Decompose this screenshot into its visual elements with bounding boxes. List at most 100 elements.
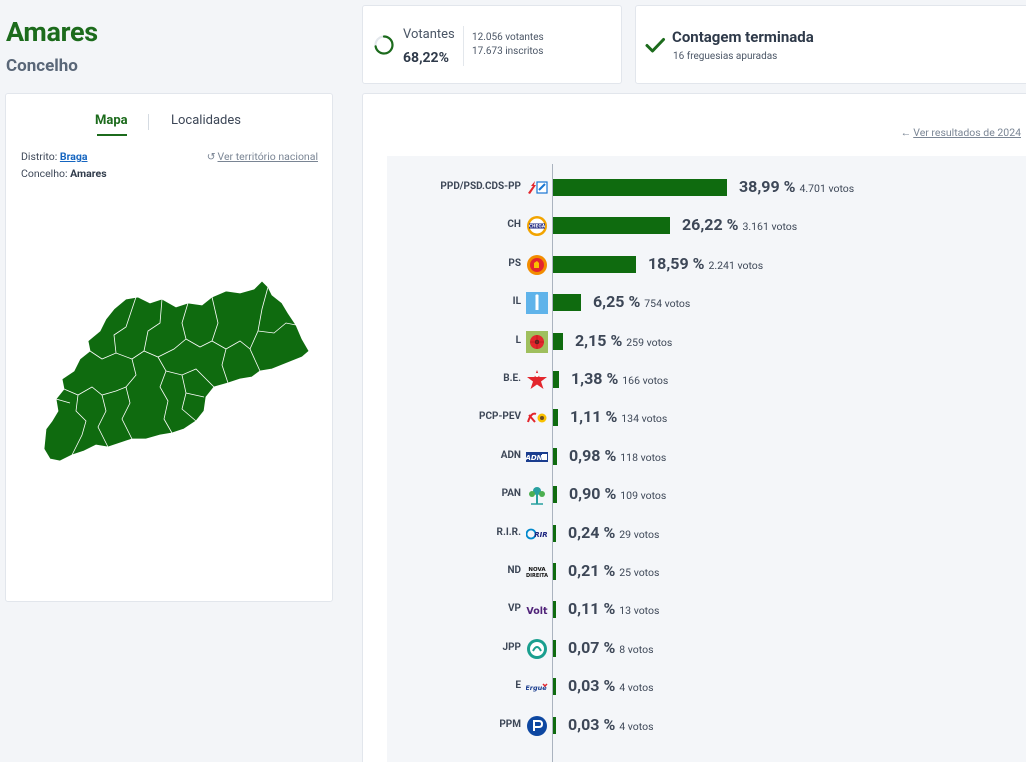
votes-count: 259 votos — [626, 335, 673, 349]
svg-text:DIREITA: DIREITA — [526, 573, 548, 579]
concelho-map[interactable] — [36, 279, 311, 464]
result-bar — [553, 563, 556, 580]
tab-mapa[interactable]: Mapa — [95, 113, 128, 128]
tab-divider — [148, 114, 149, 130]
percent-value: 1,11 % — [570, 407, 618, 427]
jpp-logo — [526, 638, 548, 660]
concelho-map-shape[interactable] — [43, 280, 310, 462]
party-name: L — [515, 334, 521, 346]
percent-value: 0,21 % — [568, 561, 616, 580]
undo-icon: ↺ — [206, 150, 216, 163]
result-row[interactable]: PAN 0,90 % 109 votos — [363, 483, 1026, 507]
result-percent: 1,38 % 166 votos — [571, 369, 668, 388]
result-row[interactable]: VP Volt 0,11 % 13 votos — [363, 598, 1026, 622]
result-percent: 0,98 % 118 votos — [569, 446, 666, 465]
party-name: ADN — [500, 449, 521, 461]
ver-territorio-nacional-label: Ver território nacional — [217, 150, 319, 163]
result-percent: 0,11 % 13 votos — [568, 599, 659, 618]
votes-count: 754 votos — [644, 297, 691, 311]
be-logo — [526, 369, 548, 391]
map-panel: Mapa Localidades Distrito: Braga Concelh… — [5, 93, 333, 602]
party-name: CH — [507, 219, 521, 231]
result-bar — [553, 294, 581, 312]
result-percent: 0,24 % 29 votos — [568, 523, 659, 542]
svg-text:Volt: Volt — [526, 606, 548, 617]
psd-cds-logo — [526, 177, 548, 199]
page-title: Amares — [6, 16, 98, 48]
party-name: JPP — [502, 641, 521, 653]
contagem-subtitle: 16 freguesias apuradas — [673, 51, 778, 62]
result-row[interactable]: B.E. 1,38 % 166 votos — [363, 368, 1026, 392]
result-bar — [553, 371, 559, 388]
result-row[interactable]: PS 18,59 % 2.241 votos — [363, 253, 1026, 277]
result-bar — [553, 601, 556, 619]
ps-logo — [526, 254, 548, 276]
result-percent: 26,22 % 3.161 votos — [682, 215, 797, 234]
result-bar — [553, 678, 556, 696]
votes-count: 2.241 votos — [708, 258, 764, 272]
result-percent: 38,99 % 4.701 votos — [739, 177, 854, 196]
il-logo — [526, 292, 548, 315]
votes-count: 29 votos — [619, 527, 660, 541]
result-row[interactable]: L 2,15 % 259 votos — [363, 330, 1026, 354]
percent-value: 2,15 % — [575, 330, 623, 350]
result-percent: 0,90 % 109 votos — [569, 484, 666, 503]
ver-territorio-nacional-link[interactable]: ↺ Ver território nacional — [207, 150, 318, 163]
percent-value: 0,90 % — [569, 484, 617, 504]
result-row[interactable]: R.I.R. RIR 0,24 % 29 votos — [363, 522, 1026, 546]
result-percent: 0,21 % 25 votos — [568, 561, 659, 580]
percent-value: 0,03 % — [568, 676, 616, 696]
adn-logo: ADN — [524, 446, 548, 468]
percent-value: 0,24 % — [568, 522, 616, 542]
result-row[interactable]: PCP-PEV 1,11 % 134 votos — [363, 406, 1026, 430]
result-row[interactable]: ND NOVA DIREITA 0,21 % 25 votos — [363, 560, 1026, 584]
votes-count: 166 votos — [622, 374, 669, 387]
ver-resultados-2024-label: Ver resultados de 2024 — [913, 126, 1021, 139]
result-row[interactable]: CH CHEGA 26,22 % 3.161 votos — [363, 214, 1026, 238]
result-row[interactable]: PPM 0,03 % 4 votos — [363, 714, 1026, 738]
active-tab-indicator — [97, 134, 127, 136]
result-bar — [553, 447, 557, 465]
percent-value: 38,99 % — [739, 177, 796, 196]
result-row[interactable]: E Ergue 0,03 % 4 votos — [363, 675, 1026, 699]
votantes-count: 12.056 votantes — [472, 32, 544, 43]
result-row[interactable]: PPD/PSD.CDS-PP 38,99 % 4.701 votos — [363, 176, 1026, 200]
result-bar — [553, 716, 556, 734]
votes-count: 25 votos — [619, 566, 660, 579]
svg-text:ADN: ADN — [526, 454, 543, 462]
pcp-pev-logo — [526, 407, 548, 429]
divider — [463, 26, 464, 66]
percent-value: 18,59 % — [648, 253, 705, 273]
ppm-logo — [526, 715, 548, 737]
result-row[interactable]: JPP 0,07 % 8 votos — [363, 637, 1026, 661]
result-percent: 1,11 % 134 votos — [570, 407, 667, 426]
distrito-link[interactable]: Braga — [60, 150, 88, 163]
party-name: E — [515, 680, 521, 692]
result-percent: 0,03 % 4 votos — [568, 715, 654, 734]
votes-count: 4 votos — [619, 681, 654, 695]
votes-count: 8 votos — [619, 642, 654, 656]
result-bar — [553, 409, 558, 427]
result-bar — [553, 639, 556, 657]
concelho-value: Amares — [70, 167, 107, 180]
arrow-left-icon: ← — [900, 126, 912, 139]
result-row[interactable]: ADN ADN 0,98 % 118 votos — [363, 445, 1026, 469]
svg-text:CHEGA: CHEGA — [529, 224, 546, 229]
contagem-title: Contagem terminada — [672, 28, 814, 46]
result-row[interactable]: IL 6,25 % 754 votos — [363, 291, 1026, 315]
party-name: PPD/PSD.CDS-PP — [440, 181, 521, 192]
ergue-te-logo: Ergue — [525, 676, 548, 698]
party-name: VP — [508, 603, 521, 615]
percent-value: 0,03 % — [568, 714, 616, 734]
result-percent: 18,59 % 2.241 votos — [648, 254, 763, 273]
votantes-label: Votantes — [403, 27, 455, 42]
party-name: PPM — [499, 718, 521, 730]
concelho-info: Concelho: Amares — [21, 167, 107, 180]
check-icon — [645, 38, 665, 53]
party-name: ND — [507, 565, 521, 576]
result-bar — [553, 332, 563, 350]
result-percent: 2,15 % 259 votos — [575, 331, 672, 350]
ver-resultados-2024-link[interactable]: ← Ver resultados de 2024 — [901, 126, 1021, 139]
tab-localidades[interactable]: Localidades — [171, 113, 241, 128]
chega-logo: CHEGA — [526, 215, 548, 237]
